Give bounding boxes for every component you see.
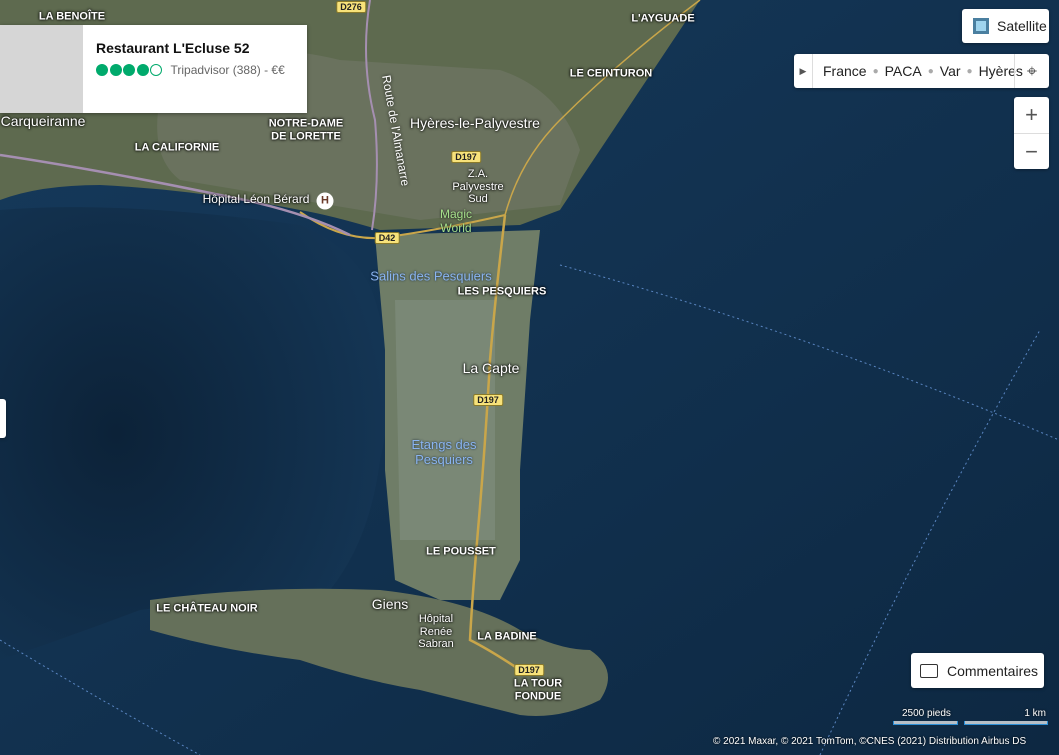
place-label-la-tour-fondue: LA TOUR FONDUE [513, 677, 563, 702]
zoom-controls: + − [1014, 97, 1049, 169]
rating-dot-filled [109, 64, 122, 76]
breadcrumb-separator: ● [927, 65, 934, 77]
scale-bar: 2500 pieds 1 km [893, 708, 1048, 728]
water-label-salins-des-pesquiers: Salins des Pesquiers [370, 268, 492, 284]
place-label-les-pesquiers: LES PESQUIERS [457, 285, 547, 298]
poi-label-magic-world[interactable]: Magic World [440, 207, 472, 236]
place-label-le-ceinturon: LE CEINTURON [569, 67, 653, 80]
road-shield-d197: D197 [451, 151, 481, 163]
scale-bar-km [964, 721, 1048, 725]
water-label-etangs-des-pesquiers: Etangs des Pesquiers [411, 437, 477, 467]
comment-icon [920, 663, 938, 678]
hospital-icon[interactable]: H [316, 192, 334, 210]
place-label-le-chateau-noir: LE CHÂTEAU NOIR [156, 602, 258, 615]
road-shield-d42: D42 [374, 232, 400, 244]
rating-dot-filled [136, 64, 149, 76]
place-label-le-pousset: LE POUSSET [426, 545, 496, 558]
road-shield-d197: D197 [514, 664, 544, 676]
feedback-label: Commentaires [947, 662, 1039, 679]
breadcrumb-item-paca[interactable]: PACA [885, 63, 922, 79]
place-label-la-benoite: LA BENOÎTE [38, 10, 106, 23]
satellite-label: Satellite [997, 18, 1047, 34]
place-label-carqueiranne: Carqueiranne [0, 112, 86, 129]
scale-feet-label: 2500 pieds [902, 708, 951, 719]
place-label-notre-dame-de-lorette: NOTRE-DAME DE LORETTE [268, 117, 344, 142]
place-label-hyeres-palyvestre: Hyères-le-Palyvestre [410, 114, 540, 131]
place-title[interactable]: Restaurant L'Ecluse 52 [96, 40, 250, 56]
place-label-la-californie: LA CALIFORNIE [134, 141, 220, 154]
breadcrumb-separator: ● [966, 65, 973, 77]
rating-dot-filled [123, 64, 135, 76]
location-breadcrumb: ▶ France ● PACA ● Var ● Hyères ⌖ [794, 54, 1049, 88]
feedback-button[interactable]: Commentaires [911, 653, 1044, 688]
breadcrumb-item-var[interactable]: Var [940, 63, 961, 79]
place-label-la-badine: LA BADINE [477, 630, 537, 643]
place-info-card[interactable]: Restaurant L'Ecluse 52 Tripadvisor (388)… [0, 25, 307, 113]
road-shield-d276: D276 [336, 1, 366, 13]
locate-me-icon[interactable]: ⌖ [1014, 54, 1049, 88]
zoom-out-button[interactable]: − [1014, 134, 1049, 170]
road-shield-d197: D197 [473, 394, 503, 406]
scale-km-label: 1 km [1024, 708, 1046, 719]
scale-bar-feet [893, 721, 958, 725]
place-thumbnail[interactable] [0, 25, 83, 113]
place-label-la-capte: La Capte [462, 359, 520, 376]
poi-label-hopital-renee-sabran: Hôpital Renée Sabran [418, 613, 454, 651]
rating-dot-filled [96, 64, 108, 76]
place-rating: Tripadvisor (388) - €€ [96, 63, 285, 77]
map-style-satellite-button[interactable]: Satellite [962, 9, 1049, 43]
side-panel-toggle[interactable] [0, 399, 6, 438]
place-label-giens: Giens [371, 595, 409, 612]
satellite-icon [973, 18, 989, 34]
place-label-za-palyvestre: Z.A. Palyvestre Sud [452, 168, 504, 206]
breadcrumb-item-france[interactable]: France [823, 63, 867, 79]
poi-label-hopital-leon-berard: Hôpital Léon Bérard [202, 192, 310, 207]
map-copyright: © 2021 Maxar, © 2021 TomTom, ©CNES (2021… [713, 736, 1027, 747]
rating-dot-empty [150, 64, 162, 76]
place-label-l-ayguade: L'AYGUADE [631, 12, 695, 25]
zoom-in-button[interactable]: + [1014, 97, 1049, 134]
rating-text: Tripadvisor (388) - €€ [170, 63, 285, 77]
breadcrumb-separator: ● [872, 65, 879, 77]
breadcrumb-expand-icon[interactable]: ▶ [794, 54, 813, 88]
